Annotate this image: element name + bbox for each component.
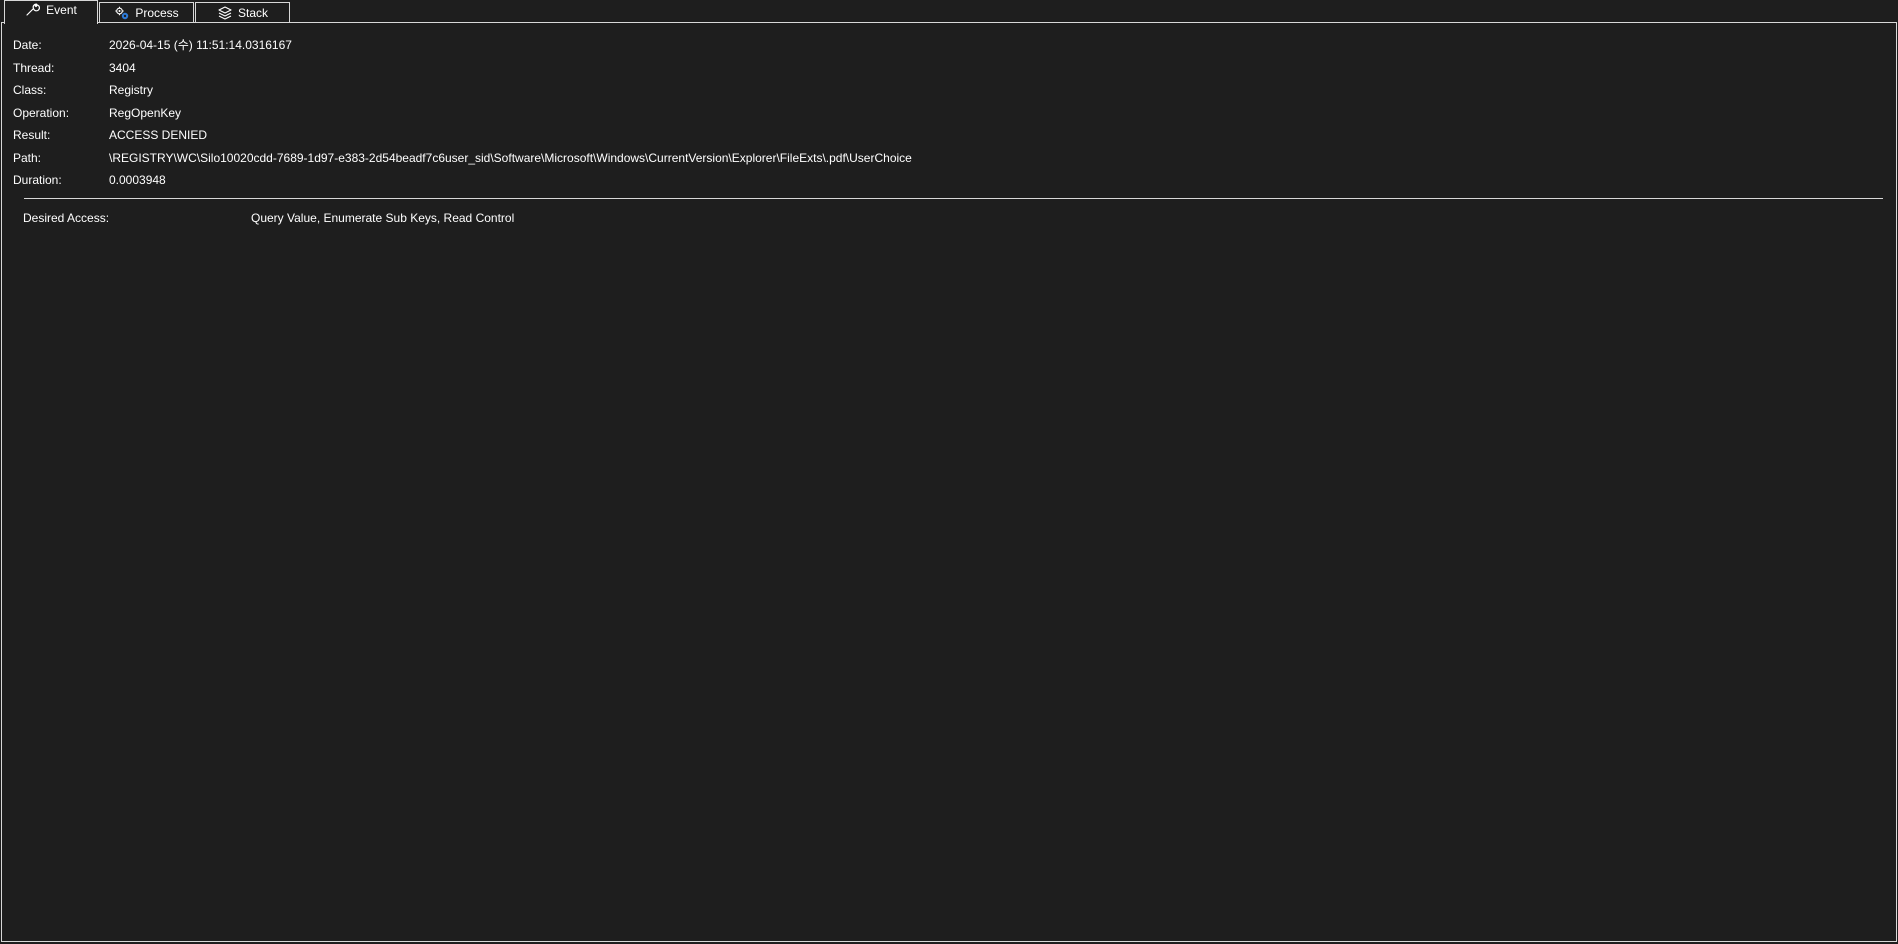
class-label: Class: <box>13 83 47 97</box>
tab-strip: Event Process Stack <box>0 0 1898 24</box>
result-label: Result: <box>13 128 51 142</box>
tab-stack-label: Stack <box>237 6 268 20</box>
operation-label: Operation: <box>13 106 70 120</box>
tab-event-label: Event <box>46 3 77 17</box>
details-divider <box>24 198 1883 199</box>
operation-value: RegOpenKey <box>109 106 182 120</box>
tab-stack[interactable]: Stack <box>195 2 290 23</box>
result-value: ACCESS DENIED <box>109 128 208 142</box>
desired-access-label: Desired Access: <box>23 211 110 225</box>
tab-event[interactable]: Event <box>4 0 98 24</box>
duration-value: 0.0003948 <box>109 173 166 187</box>
path-label: Path: <box>13 151 42 165</box>
desired-access-value: Query Value, Enumerate Sub Keys, Read Co… <box>251 211 515 225</box>
tab-process-label: Process <box>135 6 179 20</box>
tab-process[interactable]: Process <box>99 2 194 23</box>
date-label: Date: <box>13 38 42 52</box>
thread-label: Thread: <box>13 61 55 75</box>
date-value: 2026-04-15 (수) 11:51:14.0316167 <box>109 38 292 52</box>
wrench-icon <box>25 3 41 17</box>
duration-label: Duration: <box>13 173 62 187</box>
process-gears-icon <box>114 6 130 20</box>
path-value: \REGISTRY\WC\Silo10020cdd-7689-1d97-e383… <box>109 151 912 165</box>
thread-value: 3404 <box>109 61 136 75</box>
class-value: Registry <box>109 83 154 97</box>
stack-layers-icon <box>217 6 233 20</box>
